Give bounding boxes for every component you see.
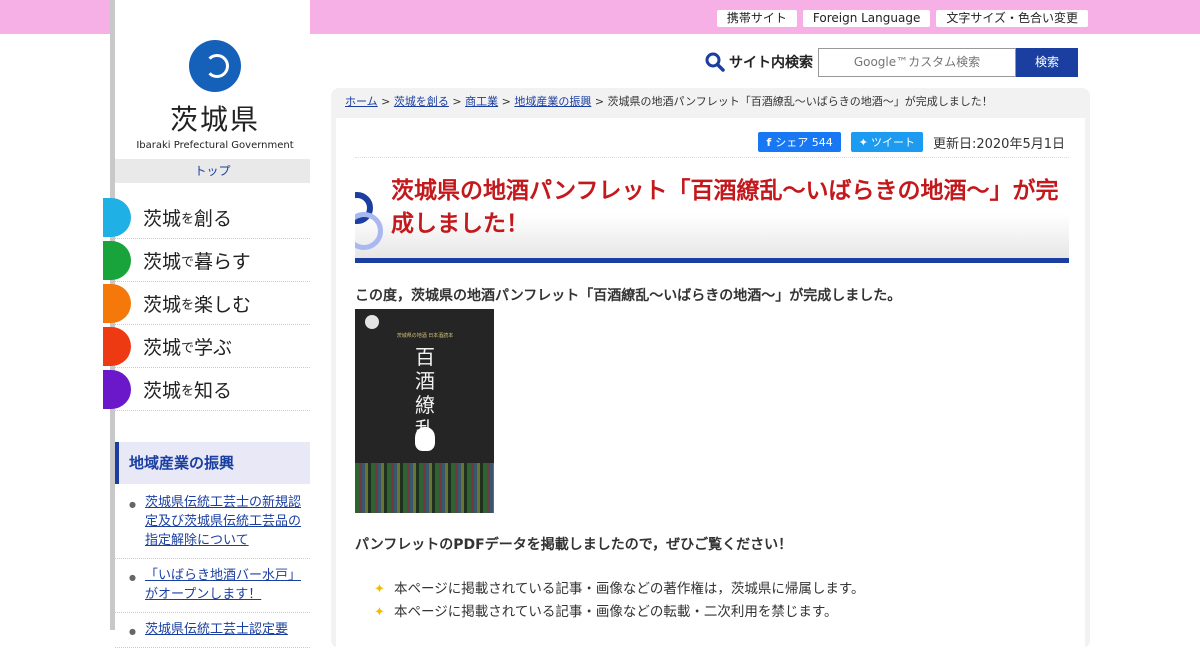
title-banner: 茨城県の地酒パンフレット「百酒繚乱～いばらきの地酒～」が完成しました！ bbox=[355, 170, 1069, 263]
breadcrumb-create[interactable]: 茨城を創る bbox=[394, 95, 449, 108]
sidebar-top-link[interactable]: トップ bbox=[115, 159, 310, 183]
pdf-notice-text: パンフレットのPDFデータを掲載しましたので，ぜひご覧ください！ bbox=[355, 537, 793, 553]
nav-dot-icon bbox=[103, 370, 131, 409]
nav-label-pre: 茨城 bbox=[143, 336, 182, 359]
text-size-color-link[interactable]: 文字サイズ・色合い変更 bbox=[936, 10, 1088, 27]
tweet-label: ツイート bbox=[870, 136, 915, 149]
breadcrumb: ホーム > 茨城を創る > 商工業 > 地域産業の振興 > 茨城県の地酒パンフレ… bbox=[345, 94, 993, 110]
twitter-icon: ✦ bbox=[858, 136, 868, 149]
nav-label-particle: で bbox=[181, 254, 195, 270]
list-item: 茨城県伝統工芸士の新規認定及び茨城県伝統工芸品の指定解除について bbox=[115, 486, 310, 559]
site-logo[interactable]: 茨城県 Ibaraki Prefectural Government bbox=[125, 40, 305, 151]
nav-item-create[interactable]: 茨城を創る bbox=[103, 196, 310, 239]
nav-label-pre: 茨城 bbox=[143, 379, 182, 402]
breadcrumb-sep: > bbox=[594, 95, 605, 108]
section-link-list: 茨城県伝統工芸士の新規認定及び茨城県伝統工芸品の指定解除について 「いばらき地酒… bbox=[115, 486, 310, 648]
page-title: 茨城県の地酒パンフレット「百酒繚乱～いばらきの地酒～」が完成しました！ bbox=[391, 178, 1059, 237]
utility-links: 携帯サイト Foreign Language 文字サイズ・色合い変更 bbox=[716, 10, 1088, 27]
search-icon bbox=[705, 52, 725, 72]
logo-name: 茨城県 bbox=[169, 103, 260, 136]
facebook-share-button[interactable]: f シェア 544 bbox=[758, 132, 841, 152]
search-label: サイト内検索 bbox=[729, 55, 813, 71]
logo-english-name: Ibaraki Prefectural Government bbox=[136, 140, 294, 151]
divider bbox=[355, 157, 1069, 158]
breadcrumb-home[interactable]: ホーム bbox=[345, 95, 378, 108]
nav-dot-icon bbox=[103, 284, 131, 323]
nav-dot-icon bbox=[103, 241, 131, 280]
nav-dot-icon bbox=[103, 327, 131, 366]
facebook-share-label: シェア 544 bbox=[775, 136, 833, 149]
nav-label-post: 楽しむ bbox=[194, 293, 252, 316]
nav-item-know[interactable]: 茨城を知る bbox=[103, 368, 310, 411]
nav-label-post: 創る bbox=[194, 207, 233, 230]
list-item: 茨城県伝統工芸士認定要 bbox=[115, 613, 310, 648]
breadcrumb-regional-industry[interactable]: 地域産業の振興 bbox=[514, 95, 591, 108]
list-item: 本ページに掲載されている記事・画像などの転載・二次利用を禁じます。 bbox=[374, 601, 864, 624]
poster-subtitle: 茨城県の地酒 日本酒読本 bbox=[396, 333, 454, 339]
foreign-language-link[interactable]: Foreign Language bbox=[802, 10, 931, 27]
circle-decoration-icon bbox=[355, 212, 383, 250]
nav-label-particle: を bbox=[181, 383, 195, 399]
section-link[interactable]: 茨城県伝統工芸士の新規認定及び茨城県伝統工芸品の指定解除について bbox=[145, 495, 301, 548]
nav-item-learn[interactable]: 茨城で学ぶ bbox=[103, 325, 310, 368]
nav-label-pre: 茨城 bbox=[143, 250, 182, 273]
nav-label-pre: 茨城 bbox=[143, 207, 182, 230]
breadcrumb-sep: > bbox=[381, 95, 391, 108]
facebook-icon: f bbox=[766, 136, 772, 149]
list-item: 「いばらき地酒バー水戸」がオープンします！ bbox=[115, 559, 310, 613]
nav-item-live[interactable]: 茨城で暮らす bbox=[103, 239, 310, 282]
breadcrumb-current: 茨城県の地酒パンフレット「百酒繚乱～いばらきの地酒～」が完成しました！ bbox=[607, 95, 993, 108]
cat-silhouette-icon bbox=[415, 427, 435, 451]
intro-text: この度，茨城県の地酒パンフレット「百酒繚乱～いばらきの地酒～」が完成しました。 bbox=[355, 288, 902, 304]
breadcrumb-commerce[interactable]: 商工業 bbox=[465, 95, 498, 108]
main-nav: 茨城を創る 茨城で暮らす 茨城を楽しむ 茨城で学ぶ 茨城を知る bbox=[103, 196, 310, 411]
pamphlet-cover-image[interactable]: 茨城県の地酒 日本酒読本 百酒繚乱 bbox=[355, 309, 494, 513]
article-content: f シェア 544 ✦ ツイート 更新日:2020年5月1日 茨城県の地酒パンフレッ… bbox=[336, 118, 1085, 658]
breadcrumb-sep: > bbox=[452, 95, 462, 108]
sake-bottles-image bbox=[355, 463, 494, 513]
share-bar: f シェア 544 ✦ ツイート 更新日:2020年5月1日 bbox=[758, 132, 1065, 152]
breadcrumb-sep: > bbox=[501, 95, 511, 108]
nav-label-post: 暮らす bbox=[194, 250, 251, 273]
nav-dot-icon bbox=[103, 198, 131, 237]
nav-label-particle: を bbox=[181, 297, 195, 313]
main-panel: ホーム > 茨城を創る > 商工業 > 地域産業の振興 > 茨城県の地酒パンフレ… bbox=[331, 88, 1090, 658]
left-column: 茨城県 Ibaraki Prefectural Government トップ 茨… bbox=[103, 0, 310, 648]
moon-icon bbox=[365, 315, 379, 329]
mobile-site-link[interactable]: 携帯サイト bbox=[716, 10, 797, 27]
search-input[interactable] bbox=[818, 47, 1016, 77]
nav-label-post: 学ぶ bbox=[194, 336, 233, 359]
nav-item-enjoy[interactable]: 茨城を楽しむ bbox=[103, 282, 310, 325]
nav-label-post: 知る bbox=[194, 379, 233, 402]
tweet-button[interactable]: ✦ ツイート bbox=[850, 132, 923, 152]
nav-label-pre: 茨城 bbox=[143, 293, 182, 316]
copyright-notes: 本ページに掲載されている記事・画像などの著作権は，茨城県に帰属します。 本ページ… bbox=[374, 578, 864, 624]
updated-date: 更新日:2020年5月1日 bbox=[932, 136, 1065, 152]
nav-label-particle: を bbox=[181, 211, 195, 227]
section-link[interactable]: 「いばらき地酒バー水戸」がオープンします！ bbox=[145, 568, 301, 602]
prefecture-emblem-icon bbox=[189, 40, 241, 92]
search-button[interactable]: 検索 bbox=[1016, 47, 1078, 77]
nav-label-particle: で bbox=[181, 340, 195, 356]
list-item: 本ページに掲載されている記事・画像などの著作権は，茨城県に帰属します。 bbox=[374, 578, 864, 601]
site-search: サイト内検索 検索 bbox=[705, 47, 1078, 77]
section-heading: 地域産業の振興 bbox=[115, 442, 310, 484]
